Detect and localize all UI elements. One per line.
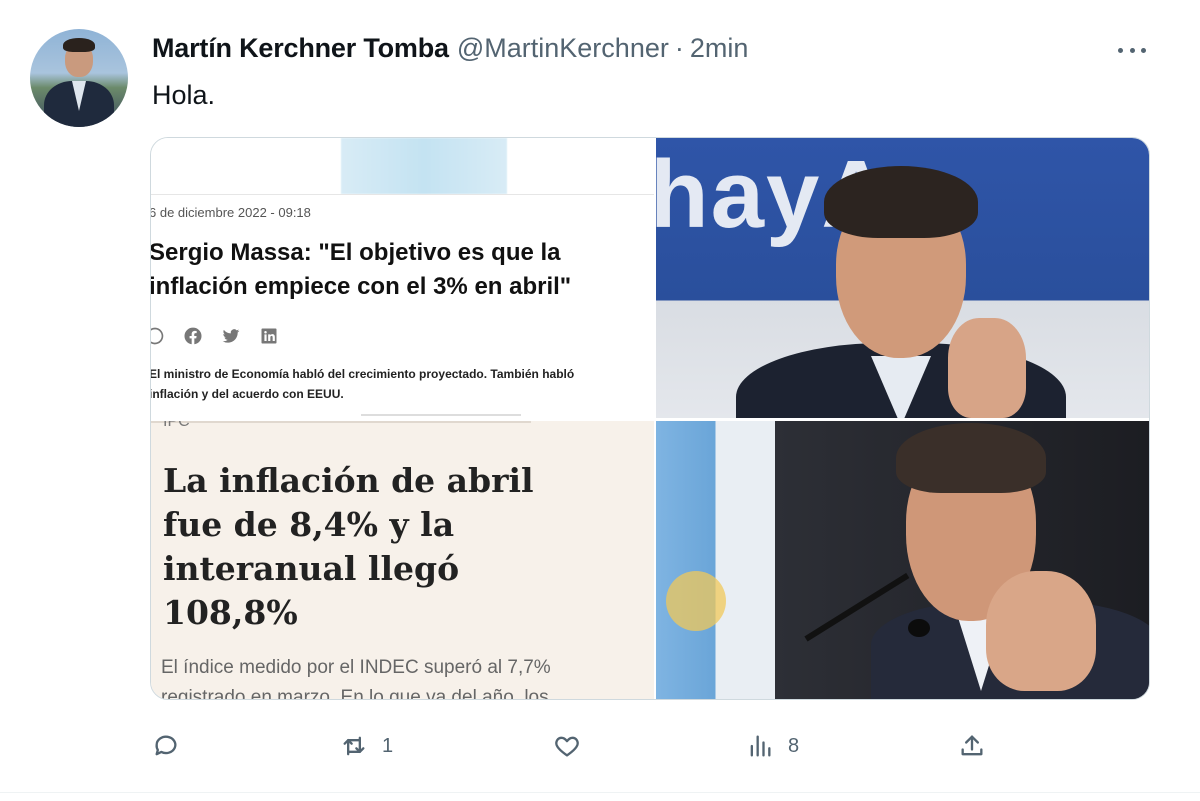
avatar[interactable] [30, 29, 128, 127]
tweet[interactable]: Martín Kerchner Tomba @MartinKerchner · … [0, 0, 1200, 801]
divider [151, 194, 654, 195]
lede-line: El ministro de Economía habló del crecim… [151, 367, 575, 381]
headline-line: inflación empiece con el 3% en abril" [151, 273, 572, 300]
tweet-text: Hola. [152, 80, 216, 110]
blurred-logo [341, 138, 507, 194]
media-grid: 6 de diciembre 2022 - 09:18 Sergio Massa… [150, 137, 1150, 700]
share-button[interactable] [958, 726, 986, 766]
views-button[interactable]: 8 [746, 726, 799, 766]
more-dot [1141, 47, 1146, 53]
article-headline: Sergio Massa: "El objetivo es que la inf… [151, 236, 654, 304]
divider [361, 414, 521, 416]
reply-button[interactable] [152, 726, 194, 766]
twitter-icon [222, 329, 240, 343]
headline-line: Sergio Massa: "El objetivo es que la [151, 239, 561, 266]
heart-icon [555, 736, 579, 757]
media-image-3[interactable]: IPC La inflación de abril fue de 8,4% y … [151, 421, 654, 700]
divider [151, 421, 531, 423]
flag-sun [666, 571, 726, 631]
linkedin-icon [261, 328, 277, 344]
share-icons [151, 326, 279, 346]
like-button[interactable] [553, 726, 595, 766]
headline-line: interanual llegó [163, 549, 460, 588]
tweet-timestamp[interactable]: 2min [690, 33, 749, 64]
media-image-2[interactable]: hayAr [656, 138, 1149, 418]
retweet-count: 1 [382, 734, 394, 757]
more-options-icon[interactable] [1114, 40, 1150, 60]
author-name[interactable]: Martín Kerchner Tomba [152, 33, 449, 64]
article-kicker: IPC [163, 421, 190, 430]
author-handle[interactable]: @MartinKerchner [457, 33, 669, 64]
photo-hand [986, 571, 1096, 691]
photo-hair [824, 166, 978, 238]
more-dot [1129, 47, 1135, 53]
more-dot [1118, 47, 1123, 53]
retweet-button[interactable]: 1 [340, 726, 393, 766]
photo-hand [948, 318, 1026, 418]
article-headline: La inflación de abril fue de 8,4% y la i… [163, 459, 643, 635]
media-image-1[interactable]: 6 de diciembre 2022 - 09:18 Sergio Massa… [151, 138, 654, 418]
article-lede: El índice medido por el INDEC superó al … [161, 653, 654, 700]
photo-hair [896, 423, 1046, 493]
views-icon [750, 735, 771, 757]
tweet-header: Martín Kerchner Tomba @MartinKerchner · … [152, 30, 748, 66]
avatar-hair [63, 38, 95, 52]
microphone-head [908, 619, 930, 637]
lede-line: inflación y del acuerdo con EEUU. [151, 387, 344, 401]
tweet-divider [0, 792, 1200, 793]
media-image-4[interactable] [656, 421, 1149, 699]
headline-line: La inflación de abril [163, 461, 534, 500]
whatsapp-icon [151, 327, 164, 345]
reply-icon [155, 735, 177, 756]
retweet-icon [343, 736, 365, 756]
headline-line: 108,8% [163, 593, 298, 632]
header-separator: · [674, 32, 684, 63]
facebook-icon [184, 327, 202, 345]
article-lede: El ministro de Economía habló del crecim… [151, 364, 654, 404]
views-count: 8 [788, 734, 800, 757]
headline-line: fue de 8,4% y la [163, 505, 455, 544]
share-icon [961, 735, 983, 756]
article-date: 6 de diciembre 2022 - 09:18 [151, 205, 311, 220]
tweet-actions: 1 8 [150, 726, 1010, 766]
lede-line: El índice medido por el INDEC superó al … [161, 657, 551, 678]
lede-line: registrado en marzo. En lo que va del añ… [161, 687, 549, 700]
